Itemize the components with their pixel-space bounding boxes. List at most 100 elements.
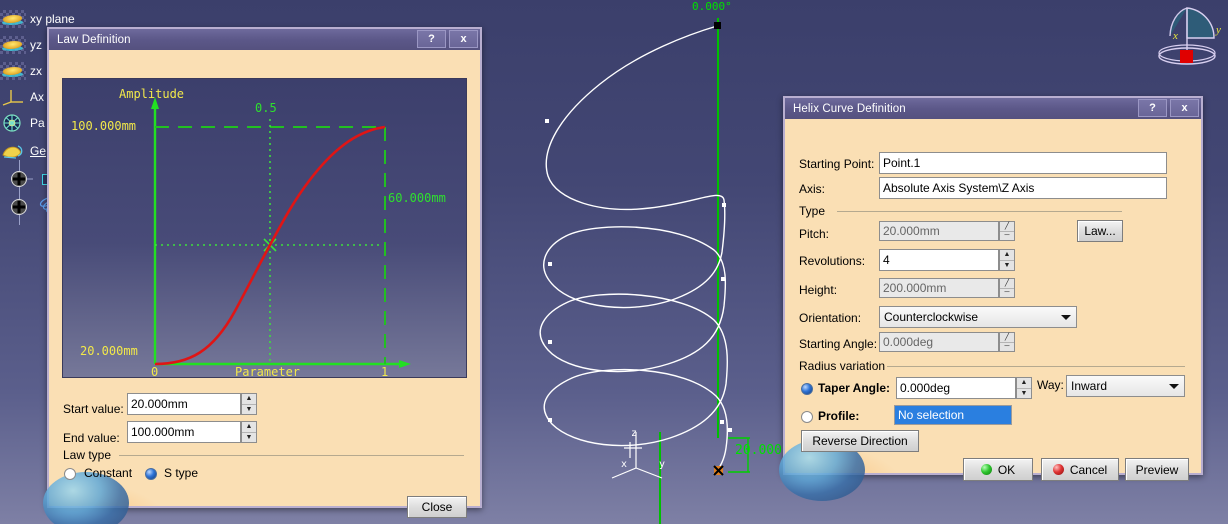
revolutions-label: Revolutions: bbox=[799, 254, 866, 268]
stepper-down-arrow[interactable]: ▼ bbox=[1000, 261, 1014, 271]
law-dialog-body: Amplitude 100.000mm 20.000mm 60.000mm 0.… bbox=[43, 50, 480, 524]
plane-icon bbox=[0, 10, 26, 28]
stepper-down-arrow[interactable]: ▼ bbox=[1017, 389, 1031, 399]
stepper-down-arrow[interactable]: ▼ bbox=[242, 433, 256, 443]
law-button[interactable]: Law... bbox=[1077, 220, 1123, 242]
revolutions-stepper[interactable]: ▲ ▼ bbox=[999, 249, 1015, 271]
graph-y-axis-title: Amplitude bbox=[119, 87, 185, 101]
plane-icon bbox=[0, 36, 26, 54]
cancel-button[interactable]: Cancel bbox=[1041, 458, 1119, 481]
tree-item-part-body[interactable]: Pa bbox=[0, 112, 45, 134]
stepper-down-arrow[interactable]: ▼ bbox=[242, 405, 256, 415]
taper-angle-input[interactable]: 0.000deg bbox=[896, 377, 1016, 399]
part-body-icon bbox=[0, 114, 26, 132]
type-group-line bbox=[837, 211, 1122, 212]
axis-label: Axis: bbox=[799, 182, 826, 196]
geometrical-set-icon bbox=[0, 142, 26, 160]
stepper-up-arrow[interactable]: ▲ bbox=[242, 422, 256, 433]
revolutions-input[interactable]: 4 bbox=[879, 249, 999, 271]
taper-angle-radio[interactable] bbox=[801, 383, 813, 395]
law-type-group-line bbox=[119, 455, 464, 456]
green-status-icon bbox=[980, 464, 992, 475]
cancel-button-label: Cancel bbox=[1069, 462, 1108, 477]
profile-radio[interactable] bbox=[801, 411, 813, 423]
profile-label: Profile: bbox=[818, 409, 860, 423]
stepper-up-arrow: ╱ bbox=[1000, 333, 1014, 343]
way-value: Inward bbox=[1071, 379, 1108, 393]
compass-red-handle bbox=[1180, 50, 1193, 63]
height-label: Height: bbox=[799, 283, 838, 297]
radius-variation-group-line bbox=[887, 366, 1185, 367]
tree-item-yz-plane[interactable]: yz bbox=[0, 34, 42, 56]
law-dialog-help-button[interactable]: ? bbox=[417, 30, 446, 48]
graph-ymax-label: 100.000mm bbox=[71, 119, 137, 133]
taper-angle-stepper[interactable]: ▲ ▼ bbox=[1016, 377, 1032, 399]
pitch-input: 20.000mm bbox=[879, 221, 999, 241]
graph-xmax-label: 1 bbox=[381, 365, 389, 379]
height-stepper: ╱ ─ bbox=[999, 278, 1015, 298]
tree-item-zx-plane[interactable]: zx bbox=[0, 60, 42, 82]
reverse-direction-button[interactable]: Reverse Direction bbox=[801, 430, 919, 452]
pitch-label: Pitch: bbox=[799, 227, 830, 241]
way-select[interactable]: Inward bbox=[1066, 375, 1185, 397]
helix-dialog-title: Helix Curve Definition bbox=[793, 102, 906, 115]
stepper-up-arrow[interactable]: ▲ bbox=[1017, 378, 1031, 389]
starting-point-label: Starting Point: bbox=[799, 157, 875, 171]
stepper-up-arrow: ╱ bbox=[1000, 279, 1014, 289]
end-value-input[interactable]: 100.000mm bbox=[127, 421, 241, 443]
stepper-down-arrow: ─ bbox=[1004, 289, 1010, 297]
tree-item-label: yz bbox=[30, 38, 42, 52]
axis-label-y: y bbox=[659, 459, 666, 470]
graph-ymid-label: 60.000mm bbox=[388, 191, 446, 205]
law-close-button[interactable]: Close bbox=[407, 496, 467, 518]
axis-input[interactable]: Absolute Axis System\Z Axis bbox=[879, 177, 1167, 199]
stepper-down-arrow: ─ bbox=[1004, 232, 1010, 240]
chevron-down-icon bbox=[1169, 384, 1179, 389]
orientation-select[interactable]: Counterclockwise bbox=[879, 306, 1077, 328]
starting-angle-input: 0.000deg bbox=[879, 332, 999, 352]
law-dialog-titlebar[interactable]: Law Definition ? x bbox=[49, 29, 480, 50]
law-dialog-close-button[interactable]: x bbox=[449, 30, 478, 48]
graph-x-arrow bbox=[399, 360, 411, 368]
stepper-up-arrow[interactable]: ▲ bbox=[242, 394, 256, 405]
profile-input[interactable]: No selection bbox=[894, 405, 1012, 425]
preview-button[interactable]: Preview bbox=[1125, 458, 1189, 481]
law-dialog-title: Law Definition bbox=[57, 33, 131, 46]
way-label: Way: bbox=[1037, 378, 1064, 392]
tree-item-label: Pa bbox=[30, 116, 45, 130]
graph-ymin-label: 20.000mm bbox=[80, 344, 138, 358]
type-group-title: Type bbox=[799, 204, 826, 218]
helix-dialog-body: Starting Point: Point.1 Axis: Absolute A… bbox=[779, 119, 1201, 501]
stepper-up-arrow[interactable]: ▲ bbox=[1000, 250, 1014, 261]
law-type-constant-radio[interactable] bbox=[64, 468, 76, 480]
law-type-stype-radio[interactable] bbox=[145, 468, 157, 480]
tree-item-geometrical-set[interactable]: Ge bbox=[0, 140, 46, 162]
compass-widget[interactable]: x y bbox=[1148, 2, 1226, 74]
helix-dialog-close-button[interactable]: x bbox=[1170, 99, 1199, 117]
ok-button[interactable]: OK bbox=[963, 458, 1033, 481]
law-graph-plot: Amplitude 100.000mm 20.000mm 60.000mm 0.… bbox=[62, 78, 467, 379]
law-type-constant-label: Constant bbox=[84, 466, 133, 480]
pitch-dimension-label: 20.000 bbox=[735, 443, 782, 458]
chevron-down-icon bbox=[1061, 315, 1071, 320]
start-value-stepper[interactable]: ▲ ▼ bbox=[241, 393, 257, 415]
tree-item-axis-system[interactable]: Ax bbox=[0, 86, 44, 108]
stepper-down-arrow: ─ bbox=[1004, 343, 1010, 351]
starting-point-input[interactable]: Point.1 bbox=[879, 152, 1167, 174]
graph-x-axis-title: Parameter bbox=[235, 365, 301, 379]
helix-curve-definition-dialog[interactable]: Helix Curve Definition ? x Starting Poin… bbox=[779, 96, 1203, 501]
start-value-label: Start value: bbox=[63, 402, 124, 416]
helix-dialog-help-button[interactable]: ? bbox=[1138, 99, 1167, 117]
end-value-label: End value: bbox=[63, 431, 120, 445]
axis-label-z: z bbox=[631, 428, 638, 439]
law-definition-dialog[interactable]: Law Definition ? x Amplitude 100.000mm 2… bbox=[43, 27, 482, 524]
helix-dialog-titlebar[interactable]: Helix Curve Definition ? x bbox=[785, 98, 1201, 119]
end-value-stepper[interactable]: ▲ ▼ bbox=[241, 421, 257, 443]
axis-label-x: x bbox=[621, 459, 628, 470]
stepper-up-arrow: ╱ bbox=[1000, 222, 1014, 232]
graph-xmin-label: 0 bbox=[151, 365, 159, 379]
start-value-input[interactable]: 20.000mm bbox=[127, 393, 241, 415]
starting-angle-annotation: 0.000° bbox=[692, 0, 732, 13]
compass-quarter-dome bbox=[1186, 7, 1215, 39]
catia-application-window: 0.000° 20.000 x y z x y xy plane yz zx A… bbox=[0, 0, 1228, 524]
